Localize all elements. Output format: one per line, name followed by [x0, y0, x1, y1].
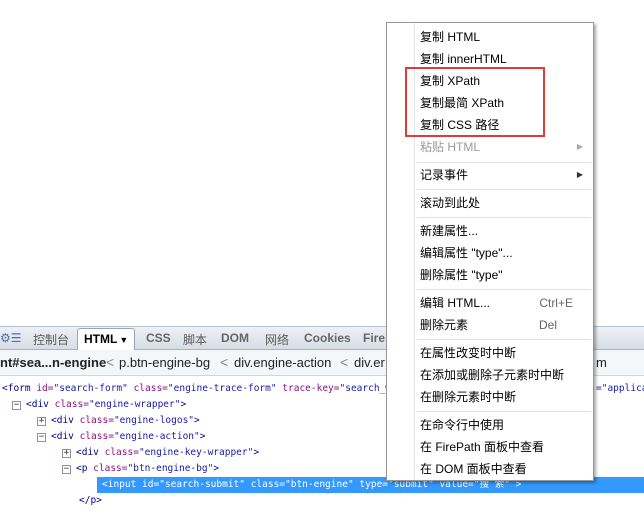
- menu-separator: [417, 289, 591, 290]
- attr-name: id=: [36, 383, 54, 394]
- menu-item-use-in-command-line[interactable]: 在命令行中使用: [420, 415, 504, 435]
- breadcrumb-item-form[interactable]: m: [596, 355, 607, 370]
- breadcrumb-item-p[interactable]: p.btn-engine-bg: [119, 355, 210, 370]
- menu-separator: [417, 411, 591, 412]
- tag-end: >: [180, 399, 187, 410]
- attr-name: class=: [104, 447, 139, 458]
- breadcrumb-separator: <: [340, 354, 349, 370]
- submenu-arrow-icon: ▶: [576, 170, 583, 179]
- tab-net[interactable]: 网络: [265, 331, 289, 348]
- breadcrumb-separator: <: [220, 354, 229, 370]
- tag-name: <p: [76, 463, 94, 474]
- attr-value: ="applica: [596, 383, 644, 394]
- collapse-toggle-icon[interactable]: −: [62, 465, 71, 474]
- submenu-arrow-icon: ▶: [576, 142, 583, 151]
- menu-item-copy-innerhtml[interactable]: 复制 innerHTML: [420, 49, 507, 69]
- attr-name: trace-key=: [276, 383, 340, 394]
- tag-end: >: [253, 447, 260, 458]
- menu-item-delete-attribute[interactable]: 删除属性 "type": [420, 265, 503, 285]
- tree-row-form[interactable]: <form id="search-form" class="engine-tra…: [2, 381, 402, 397]
- tab-dom[interactable]: DOM: [221, 331, 249, 345]
- tree-row-engine-key-wrapper[interactable]: <div class="engine-key-wrapper">: [76, 445, 259, 461]
- tree-row-p-close[interactable]: </p>: [79, 493, 102, 509]
- menu-item-break-on-child-change[interactable]: 在添加或删除子元素时中断: [420, 365, 564, 385]
- tab-css[interactable]: CSS: [146, 331, 171, 345]
- chevron-down-icon[interactable]: ▼: [119, 335, 128, 345]
- menu-item-paste-html: 粘贴 HTML: [420, 140, 481, 154]
- breadcrumb-separator: <: [106, 354, 115, 370]
- tree-row-engine-logos[interactable]: <div class="engine-logos">: [51, 413, 200, 429]
- attr-name: class=: [54, 399, 89, 410]
- tab-console[interactable]: 控制台: [33, 331, 69, 348]
- menu-item-delete-element[interactable]: 删除元素: [420, 315, 468, 335]
- tab-firepath[interactable]: Fire: [363, 331, 385, 345]
- menu-item-log-events[interactable]: 记录事件: [420, 165, 468, 185]
- tab-cookies[interactable]: Cookies: [304, 331, 351, 345]
- firebug-menu-icon[interactable]: ⚙☰: [0, 331, 22, 345]
- attr-value: "engine-logos": [113, 415, 195, 426]
- attr-name: class=: [93, 463, 128, 474]
- menu-separator: [417, 339, 591, 340]
- attr-value: "engine-action": [113, 431, 200, 442]
- breadcrumb-item-div[interactable]: div.er: [354, 355, 385, 370]
- menu-item-break-on-removal[interactable]: 在删除元素时中断: [420, 387, 516, 407]
- menu-item-inspect-in-firepath[interactable]: 在 FirePath 面板中查看: [420, 437, 544, 457]
- tree-row-engine-wrapper[interactable]: <div class="engine-wrapper">: [26, 397, 186, 413]
- attr-value: "engine-trace-form": [167, 383, 277, 394]
- menu-item-edit-html[interactable]: 编辑 HTML...: [420, 293, 490, 313]
- menu-separator: [417, 217, 591, 218]
- tag-name: <div: [76, 447, 105, 458]
- tree-row-engine-action[interactable]: <div class="engine-action">: [51, 429, 205, 445]
- tab-html[interactable]: HTML ▼: [77, 328, 136, 350]
- tag-name: <div: [51, 431, 80, 442]
- menu-item-copy-html[interactable]: 复制 HTML: [420, 27, 480, 47]
- menu-separator: [417, 162, 591, 163]
- attr-name: class=: [79, 415, 114, 426]
- menu-item-inspect-in-dom[interactable]: 在 DOM 面板中查看: [420, 459, 527, 479]
- tag-name: <div: [26, 399, 55, 410]
- tree-row-btn-engine-bg[interactable]: <p class="btn-engine-bg">: [76, 461, 219, 477]
- attr-name: class=: [79, 431, 114, 442]
- menu-item-new-attribute[interactable]: 新建属性...: [420, 221, 478, 241]
- expand-toggle-icon[interactable]: +: [62, 449, 71, 458]
- tree-row-form-tail: ="applica: [596, 381, 644, 397]
- tab-script[interactable]: 脚本: [183, 331, 207, 348]
- breadcrumb-current[interactable]: nt#sea...n-engine: [0, 355, 106, 370]
- expand-toggle-icon[interactable]: +: [37, 417, 46, 426]
- menu-item-edit-attribute[interactable]: 编辑属性 "type"...: [420, 243, 513, 263]
- tag-name: <form: [2, 383, 37, 394]
- collapse-toggle-icon[interactable]: −: [12, 401, 21, 410]
- shortcut-label: Ctrl+E: [539, 296, 573, 310]
- breadcrumb-item-engine-action[interactable]: div.engine-action: [234, 355, 331, 370]
- tab-html-label: HTML: [84, 332, 118, 346]
- menu-item-break-on-attr-change[interactable]: 在属性改变时中断: [420, 343, 516, 363]
- tag-end: >: [199, 431, 206, 442]
- menu-separator: [417, 189, 591, 190]
- tag-end: >: [194, 415, 200, 426]
- collapse-toggle-icon[interactable]: −: [37, 433, 46, 442]
- menu-item-scroll-into-view[interactable]: 滚动到此处: [420, 193, 480, 213]
- attr-value: "engine-key-wrapper": [138, 447, 254, 458]
- tag-name: </p>: [79, 495, 102, 506]
- annotation-highlight-box: [405, 67, 545, 137]
- attr-name: class=: [127, 383, 168, 394]
- shortcut-label: Del: [538, 318, 557, 332]
- attr-value: "btn-engine-bg": [127, 463, 214, 474]
- tag-end: >: [213, 463, 220, 474]
- attr-value: "engine-wrapper": [88, 399, 181, 410]
- tag-name: <div: [51, 415, 80, 426]
- attr-value: "search-form": [53, 383, 128, 394]
